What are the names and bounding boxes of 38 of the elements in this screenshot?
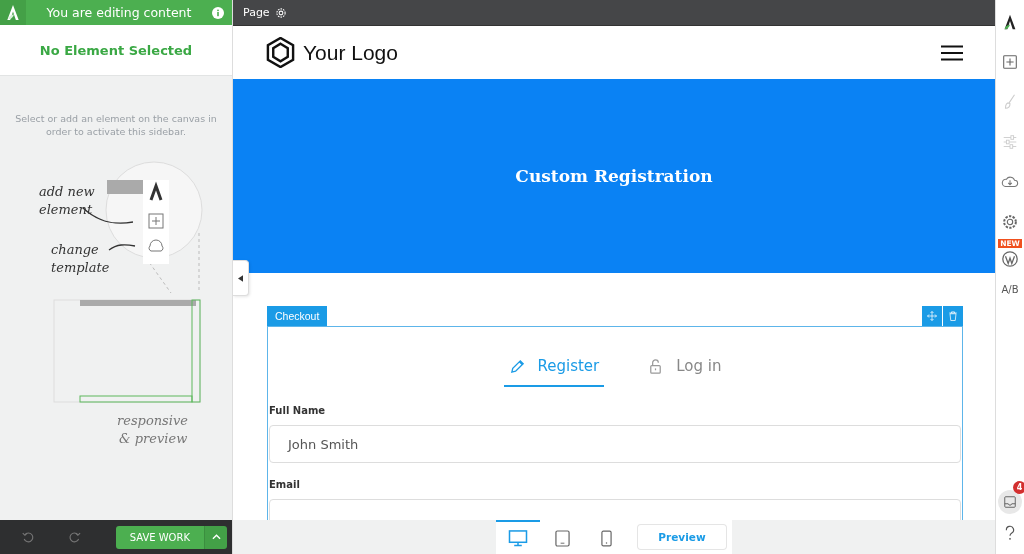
sliders-icon[interactable]	[1001, 133, 1019, 151]
monitor-icon	[508, 529, 529, 547]
form-tab[interactable]: Register	[503, 351, 605, 387]
info-icon[interactable]	[212, 6, 224, 19]
settings-icon[interactable]	[1001, 213, 1019, 231]
text-input-field[interactable]: John Smith	[269, 425, 961, 463]
tablet-icon	[554, 529, 570, 547]
collapse-sidebar-handle[interactable]	[233, 260, 249, 296]
element-label[interactable]: Checkout	[267, 306, 328, 326]
field-label: Email	[269, 479, 301, 490]
inbox-icon	[1003, 495, 1017, 509]
page-settings-button[interactable]: Page	[233, 0, 297, 25]
gear-icon	[274, 6, 287, 19]
save-work-button[interactable]: SAVE WORK	[115, 525, 204, 549]
editing-status-text: You are editing content	[45, 5, 193, 20]
add-icon[interactable]	[1001, 53, 1019, 71]
form-tab[interactable]: Log in	[642, 351, 727, 387]
save-options-button[interactable]	[204, 525, 227, 549]
field-label: Full Name	[269, 405, 327, 416]
hexagon-logo-icon	[265, 37, 296, 68]
caret-icon	[211, 534, 221, 540]
sidebar-hint: Select or add an element on the canvas in order to activate this sidebar.	[14, 112, 218, 138]
logo-text: Your Logo	[303, 40, 398, 65]
pencil-icon	[508, 357, 526, 375]
wordpress-icon[interactable]	[1001, 250, 1019, 268]
hero-title: Custom Registration	[515, 166, 713, 186]
phone-icon	[600, 529, 612, 547]
menu-icon[interactable]	[941, 44, 963, 61]
ab-test-button[interactable]: A/B	[1001, 280, 1019, 299]
move-icon[interactable]	[922, 306, 942, 326]
inbox-button[interactable]	[998, 490, 1022, 514]
preview-button[interactable]: Preview	[638, 525, 726, 549]
redo-icon[interactable]	[68, 529, 81, 545]
notification-count: 4	[1013, 481, 1024, 494]
editor-guide-drawing: add new element change template responsive & preview	[11, 138, 211, 450]
sidebar-heading: No Element Selected	[39, 42, 193, 58]
delete-icon[interactable]	[943, 306, 963, 326]
undo-icon[interactable]	[22, 529, 34, 545]
